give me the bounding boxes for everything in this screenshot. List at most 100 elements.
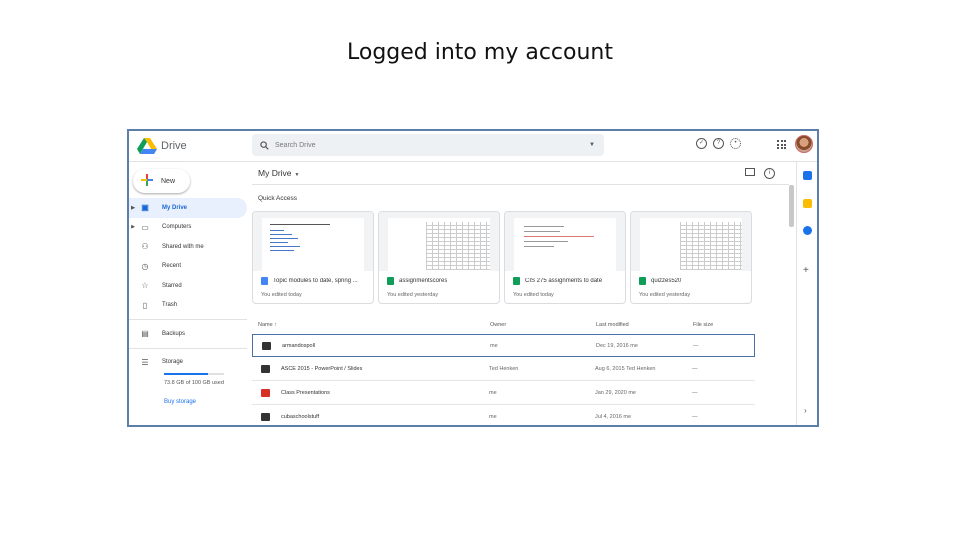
plus-icon	[141, 173, 153, 190]
column-header-name[interactable]: Name ↑	[258, 322, 277, 328]
sidebar-item-starred[interactable]: ☆ Starred	[129, 276, 247, 296]
quick-access-card[interactable]: CIS 275 assignments to date You edited t…	[504, 211, 626, 304]
drive-screenshot: Drive Search Drive ▼ ✓ ? • New ▶ ▣ My Dr…	[127, 129, 819, 427]
card-subtitle: You edited today	[261, 292, 302, 298]
storage-progress-fill	[164, 373, 209, 375]
table-row[interactable]: cubaschoolstuff me Jul 4, 2016 me —	[252, 406, 755, 425]
sidebar-item-trash[interactable]: ▯ Trash	[129, 296, 247, 316]
file-size: —	[692, 390, 698, 396]
new-button-label: New	[161, 177, 176, 185]
table-row[interactable]: ASCE 2015 - PowerPoint / Slides Ted Henk…	[252, 358, 755, 381]
clock-icon: ◷	[141, 261, 149, 271]
sidebar-item-label: Trash	[162, 302, 178, 309]
grid-view-icon[interactable]	[745, 168, 755, 176]
storage-used-text: 73.8 GB of 100 GB used	[164, 380, 224, 386]
folder-icon	[261, 389, 270, 397]
google-sheets-icon	[387, 277, 394, 285]
table-row[interactable]: Class Presentations me Jan 29, 2020 me —	[252, 382, 755, 405]
apps-grid-icon[interactable]	[777, 140, 786, 149]
scrollbar[interactable]	[789, 185, 794, 227]
computer-icon: ▭	[141, 222, 149, 232]
sidebar-item-my-drive[interactable]: ▶ ▣ My Drive	[129, 198, 247, 218]
top-bar: Drive Search Drive ▼ ✓ ? •	[129, 131, 817, 161]
quick-access-cards: Topic modules to date, spring ... You ed…	[252, 211, 752, 304]
file-name: cubaschoolstuff	[281, 414, 320, 420]
quick-access-card[interactable]: Topic modules to date, spring ... You ed…	[252, 211, 374, 304]
table-row[interactable]: armandospoll me Dec 19, 2016 me —	[252, 334, 755, 357]
sidebar-item-label: Shared with me	[162, 243, 204, 250]
location-label: My Drive	[258, 168, 292, 178]
card-subtitle: You edited yesterday	[639, 292, 691, 298]
sidebar-item-label: My Drive	[162, 204, 188, 211]
shared-folder-icon	[262, 342, 271, 350]
search-icon[interactable]	[260, 140, 269, 150]
sidebar-item-backups[interactable]: ▤ Backups	[129, 324, 247, 344]
sidebar-item-label: Computers	[162, 224, 192, 231]
quick-access-card[interactable]: assignmentscores You edited yesterday	[378, 211, 500, 304]
file-thumbnail	[631, 212, 751, 271]
offline-status-icon[interactable]: ✓	[696, 138, 707, 149]
google-sheets-icon	[639, 277, 646, 285]
new-button[interactable]: New	[133, 169, 190, 193]
card-title: Topic modules to date, spring ...	[273, 278, 358, 284]
calendar-icon[interactable]	[803, 171, 812, 180]
app-name: Drive	[161, 140, 187, 152]
tasks-icon[interactable]	[803, 226, 812, 235]
location-dropdown[interactable]: My Drive ▼	[258, 168, 299, 178]
people-icon: ⚇	[141, 242, 149, 252]
main-content: My Drive ▼ i Quick Access Topic modules …	[252, 162, 789, 425]
file-name: Class Presentations	[281, 390, 330, 396]
sidebar-item-shared[interactable]: ⚇ Shared with me	[129, 237, 247, 257]
search-bar[interactable]: Search Drive ▼	[252, 134, 604, 156]
help-icon[interactable]: ?	[713, 138, 724, 149]
quick-access-heading: Quick Access	[258, 195, 298, 202]
storage-progress-bar	[164, 373, 224, 375]
file-modified: Dec 19, 2016 me	[596, 343, 638, 349]
drive-logo-icon	[137, 137, 157, 154]
chevron-right-icon[interactable]: ›	[804, 406, 807, 415]
file-name: ASCE 2015 - PowerPoint / Slides	[281, 366, 363, 372]
sidebar-item-computers[interactable]: ▶ ▭ Computers	[129, 218, 247, 238]
column-header-size[interactable]: File size	[693, 322, 713, 328]
file-modified: Aug 6, 2015 Ted Henken	[595, 366, 656, 372]
card-title: quizzes520	[651, 278, 682, 284]
backup-icon: ▤	[141, 329, 149, 339]
side-panel: + ›	[796, 162, 817, 425]
avatar[interactable]	[795, 135, 813, 153]
sort-arrow-icon[interactable]: ↑	[274, 322, 277, 328]
info-icon[interactable]: i	[764, 168, 775, 179]
expand-caret-icon[interactable]: ▶	[129, 224, 137, 230]
file-owner: Ted Henken	[489, 366, 519, 372]
keep-icon[interactable]	[803, 199, 812, 208]
card-title: CIS 275 assignments to date	[525, 278, 603, 284]
card-subtitle: You edited today	[513, 292, 554, 298]
google-docs-icon	[261, 277, 268, 285]
sidebar-item-recent[interactable]: ◷ Recent	[129, 257, 247, 277]
shared-folder-icon	[261, 365, 270, 373]
file-size: —	[692, 414, 698, 420]
add-addon-icon[interactable]: +	[803, 265, 809, 276]
column-header-modified[interactable]: Last modified	[596, 322, 629, 328]
sidebar-divider	[129, 347, 247, 349]
search-options-icon[interactable]: ▼	[589, 142, 595, 148]
file-modified: Jan 29, 2020 me	[595, 390, 636, 396]
slide-title: Logged into my account	[347, 40, 613, 65]
trash-icon: ▯	[142, 300, 148, 310]
quick-access-card[interactable]: quizzes520 You edited yesterday	[630, 211, 752, 304]
search-input[interactable]: Search Drive	[275, 142, 589, 149]
star-icon: ☆	[141, 281, 149, 291]
drive-logo[interactable]: Drive	[137, 136, 187, 156]
expand-caret-icon[interactable]: ▶	[129, 205, 137, 211]
column-header-owner[interactable]: Owner	[490, 322, 506, 328]
file-thumbnail	[253, 212, 373, 271]
storage-icon: ☰	[141, 357, 149, 367]
file-size: —	[692, 366, 698, 372]
gear-icon[interactable]: •	[730, 138, 741, 149]
sidebar-item-storage[interactable]: ☰ Storage	[129, 353, 247, 373]
google-sheets-icon	[513, 277, 520, 285]
file-owner: me	[489, 390, 497, 396]
file-owner: me	[490, 343, 498, 349]
file-thumbnail	[505, 212, 625, 271]
file-thumbnail	[379, 212, 499, 271]
buy-storage-link[interactable]: Buy storage	[164, 399, 247, 405]
